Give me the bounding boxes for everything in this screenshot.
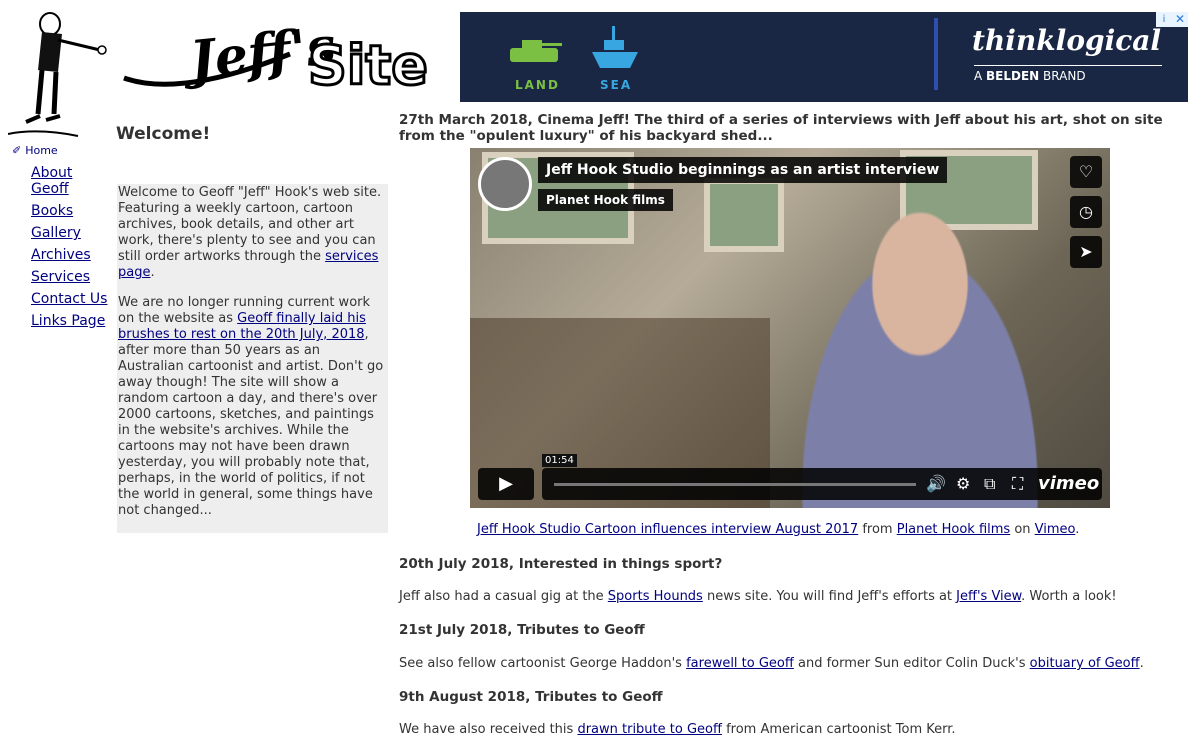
tributes-text-1: See also fellow cartoonist George Haddon…	[399, 656, 687, 671]
farewell-link[interactable]: farewell to Geoff	[686, 656, 794, 671]
video-channel[interactable]: Planet Hook films	[538, 189, 673, 211]
welcome-paragraph-1: Welcome to Geoff "Jeff" Hook's web site.…	[118, 185, 386, 281]
channel-avatar[interactable]	[478, 157, 532, 211]
ad-divider	[934, 18, 938, 90]
vimeo-logo[interactable]: vimeo	[1038, 468, 1099, 500]
vimeo-link[interactable]: Vimeo	[1035, 522, 1076, 537]
watch-later-icon[interactable]: ◷	[1070, 196, 1102, 228]
nav-home[interactable]: ✐ Home	[12, 144, 58, 157]
video-caption-link[interactable]: Jeff Hook Studio Cartoon influences inte…	[477, 522, 858, 537]
pip-icon[interactable]: ⧉	[984, 468, 995, 500]
ad-land-label: LAND	[515, 78, 560, 92]
main-content: 27th March 2018, Cinema Jeff! The third …	[399, 112, 1179, 144]
video-controls: ▶ 01:54 🔊 ⚙ ⧉ ⛶ vimeo	[478, 454, 1102, 500]
volume-icon[interactable]: 🔊	[926, 468, 946, 500]
nav-link-gallery[interactable]: Gallery	[31, 225, 111, 241]
tributes-text-2: and former Sun editor Colin Duck's	[793, 656, 1030, 671]
caption-end: .	[1075, 522, 1080, 537]
video-person	[770, 188, 1070, 508]
welcome-p2-end: , after more than 50 years as an Austral…	[118, 327, 384, 518]
section-heading-sport: 20th July 2018, Interested in things spo…	[399, 556, 723, 572]
section-text-tributes: See also fellow cartoonist George Haddon…	[399, 656, 1144, 671]
pen-icon: ✐	[12, 144, 22, 157]
ad-sea-label: SEA	[600, 78, 633, 92]
welcome-box: Welcome to Geoff "Jeff" Hook's web site.…	[117, 184, 388, 533]
drawn-tribute-text-1: We have also received this	[399, 722, 578, 737]
ad-tagline: A BELDEN BRAND	[974, 69, 1086, 83]
nav-link-archives[interactable]: Archives	[31, 247, 111, 263]
welcome-title: Welcome!	[116, 124, 211, 144]
headline-cinema-jeff: 27th March 2018, Cinema Jeff! The third …	[399, 112, 1163, 144]
ad-tagline-suffix: BRAND	[1039, 69, 1086, 83]
ad-tagline-prefix: A	[974, 69, 987, 83]
ad-choices-icon[interactable]: i	[1156, 12, 1172, 27]
sports-hounds-link[interactable]: Sports Hounds	[608, 589, 703, 604]
tributes-text-3: .	[1139, 656, 1144, 671]
ad-tagline-brand: BELDEN	[986, 69, 1040, 83]
section-heading-tributes-2: 9th August 2018, Tributes to Geoff	[399, 689, 663, 705]
ship-icon	[592, 26, 638, 68]
video-player[interactable]: Jeff Hook Studio beginnings as an artist…	[470, 148, 1110, 508]
ad-close-icon[interactable]: ✕	[1172, 12, 1188, 27]
sport-text-1: Jeff also had a casual gig at the	[399, 589, 608, 604]
ad-banner[interactable]: LAND SEA thinklogical A BELDEN BRAND	[460, 12, 1188, 102]
obituary-link[interactable]: obituary of Geoff	[1030, 656, 1140, 671]
welcome-paragraph-2: We are no longer running current work on…	[118, 295, 386, 519]
section-text-sport: Jeff also had a casual gig at the Sports…	[399, 589, 1117, 604]
progress-track[interactable]	[554, 483, 916, 486]
like-icon[interactable]: ♡	[1070, 156, 1102, 188]
sport-text-2: news site. You will find Jeff's efforts …	[702, 589, 957, 604]
sport-text-3: . Worth a look!	[1021, 589, 1117, 604]
nav-link-books[interactable]: Books	[31, 203, 111, 219]
drawn-tribute-text-2: from American cartoonist Tom Kerr.	[721, 722, 956, 737]
nav-link-links[interactable]: Links Page	[31, 313, 111, 329]
mascot-cartoon-image	[8, 12, 107, 137]
video-time: 01:54	[542, 454, 577, 467]
jeffs-view-link[interactable]: Jeff's View	[956, 589, 1021, 604]
play-icon[interactable]: ▶	[478, 468, 534, 500]
caption-on: on	[1010, 522, 1035, 537]
nav-home-label: Home	[25, 144, 58, 157]
video-caption: Jeff Hook Studio Cartoon influences inte…	[477, 522, 1079, 537]
ad-brand: thinklogical	[972, 24, 1162, 57]
nav-link-contact[interactable]: Contact Us	[31, 291, 111, 307]
section-heading-tributes: 21st July 2018, Tributes to Geoff	[399, 622, 645, 638]
nav-link-services[interactable]: Services	[31, 269, 111, 285]
tank-icon	[510, 40, 562, 62]
nav-link-about[interactable]: About Geoff	[31, 165, 111, 197]
caption-from: from	[858, 522, 897, 537]
video-title[interactable]: Jeff Hook Studio beginnings as an artist…	[538, 157, 948, 183]
share-icon[interactable]: ➤	[1070, 236, 1102, 268]
section-text-drawn-tribute: We have also received this drawn tribute…	[399, 722, 956, 737]
site-logo[interactable]: Jeff's Site	[120, 14, 442, 96]
settings-icon[interactable]: ⚙	[956, 468, 970, 500]
welcome-p1-end: .	[150, 265, 155, 280]
planet-hook-link[interactable]: Planet Hook films	[897, 522, 1010, 537]
fullscreen-icon[interactable]: ⛶	[1012, 468, 1023, 500]
ad-brand-rule	[974, 65, 1162, 66]
svg-text:Site: Site	[308, 34, 428, 96]
drawn-tribute-link[interactable]: drawn tribute to Geoff	[577, 722, 722, 737]
sidebar-nav: About Geoff Books Gallery Archives Servi…	[31, 165, 111, 335]
